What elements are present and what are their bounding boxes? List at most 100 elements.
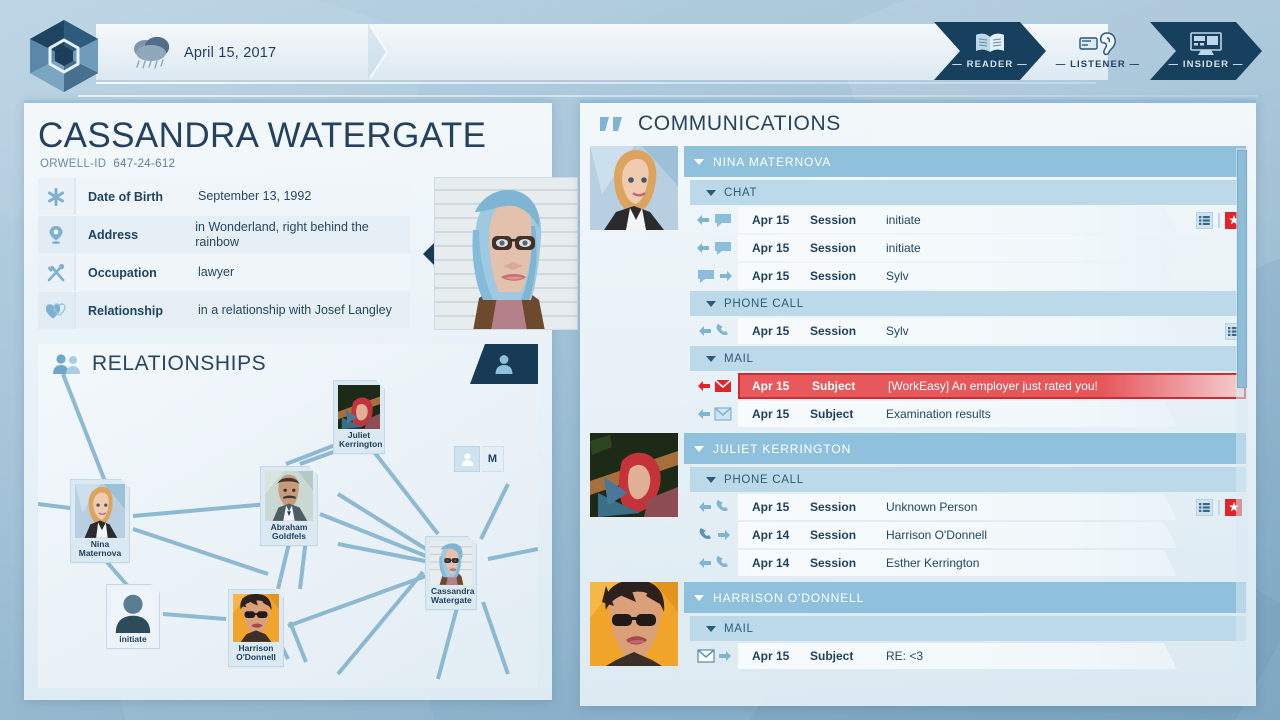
relationship-node-nina[interactable]: Nina Maternova (70, 479, 130, 563)
comm-row-direction (690, 407, 738, 421)
list-icon[interactable] (1196, 499, 1213, 516)
channel-group-header[interactable]: CHAT (690, 180, 1246, 205)
profile-field-label: Address (88, 228, 185, 242)
contact-name: JULIET KERRINGTON (713, 442, 851, 456)
comm-row-alert[interactable]: Apr 15 Subject [WorkEasy] An employer ju… (690, 373, 1246, 399)
relationship-node-harrison[interactable]: Harrison O'Donnell (228, 589, 284, 667)
contact-name: NINA MATERNOVA (713, 155, 831, 169)
page-title: CASSANDRA WATERGATE (38, 116, 486, 156)
scrollbar-thumb[interactable] (1237, 150, 1247, 388)
phone-icon (715, 555, 731, 571)
comm-row-direction (690, 212, 738, 228)
orwell-hexagon-logo[interactable] (26, 18, 102, 94)
chevron-down-icon (706, 190, 716, 196)
communications-header: COMMUNICATIONS (598, 112, 841, 136)
hearts-icon (38, 292, 76, 329)
channel-group-header[interactable]: MAIL (690, 616, 1246, 641)
comm-row[interactable]: Apr 15 Session Sylv (690, 263, 1246, 289)
person-filter-button[interactable] (454, 446, 480, 472)
profile-field-dob: Date of Birth September 13, 1992 (38, 178, 410, 215)
comm-row[interactable]: Apr 15 Session Unknown Person (690, 494, 1246, 520)
comm-row-value: RE: <3 (886, 649, 923, 663)
comm-row-direction (690, 649, 738, 663)
channel-name: PHONE CALL (724, 474, 804, 486)
contact-block: HARRISON O'DONNELL MAIL Apr 15 Subject R… (590, 582, 1246, 671)
tab-insider[interactable]: — INSIDER — (1150, 22, 1262, 80)
relationship-node-juliet[interactable]: Juliet Kerrington (333, 380, 385, 454)
orwell-id: ORWELL-ID 647-24-612 (40, 158, 175, 170)
rain-cloud-icon (130, 34, 174, 72)
relationship-node-abraham[interactable]: Abraham Goldfels (260, 466, 318, 546)
comm-row-value: Harrison O'Donnell (886, 528, 987, 542)
chat-icon (696, 268, 716, 284)
comm-row[interactable]: Apr 14 Session Harrison O'Donnell (690, 522, 1246, 548)
relationship-node-initiate[interactable]: initiate (106, 584, 160, 649)
mail-icon (714, 407, 732, 421)
channel-group-header[interactable]: MAIL (690, 346, 1246, 371)
tab-reader[interactable]: — READER — (934, 22, 1046, 80)
current-date: April 15, 2017 (184, 45, 276, 61)
relationship-node-cassandra[interactable]: Cassandra Watergate (425, 536, 477, 610)
comm-row-label: Session (810, 213, 886, 227)
chevron-down-icon (706, 356, 716, 362)
chat-icon (713, 240, 733, 256)
channel-name: CHAT (724, 187, 757, 199)
comm-row-date: Apr 14 (738, 528, 810, 542)
phone-icon (715, 499, 731, 515)
comm-row-value: initiate (886, 241, 921, 255)
contact-threads: JULIET KERRINGTON PHONE CALL Apr 15 Sess… (684, 433, 1246, 578)
list-icon[interactable] (1196, 212, 1213, 229)
chevron-down-icon (694, 595, 704, 601)
channel-name: MAIL (724, 623, 754, 635)
mail-icon (697, 649, 715, 663)
avatar (434, 177, 578, 330)
relationship-node-name: Abraham Goldfels (265, 521, 313, 543)
ear-headset-icon (1079, 32, 1117, 56)
comm-row[interactable]: Apr 15 Session initiate (690, 235, 1246, 261)
tools-icon (38, 254, 76, 291)
comm-row-date: Apr 15 (738, 649, 810, 663)
comm-row-date: Apr 15 (738, 324, 810, 338)
relationships-partial-label[interactable]: M (482, 446, 504, 472)
comm-row[interactable]: Apr 15 Session initiate (690, 207, 1246, 233)
comm-row-value: Unknown Person (886, 500, 977, 514)
comm-row-label: Session (810, 324, 886, 338)
communications-list[interactable]: NINA MATERNOVA CHAT Apr 15 Session initi… (590, 146, 1246, 698)
comm-row-date: Apr 15 (738, 213, 810, 227)
communications-scrollbar[interactable] (1236, 148, 1248, 696)
phone-icon (715, 323, 731, 339)
tab-listener-label: — LISTENER — (1056, 59, 1140, 70)
comm-row[interactable]: Apr 14 Session Esther Kerrington (690, 550, 1246, 576)
channel-group-header[interactable]: PHONE CALL (690, 467, 1246, 492)
comm-row-date: Apr 15 (738, 269, 810, 283)
chevron-down-icon (706, 301, 716, 307)
profile-panel: CASSANDRA WATERGATE ORWELL-ID 647-24-612… (24, 100, 552, 700)
contact-group-header[interactable]: NINA MATERNOVA (684, 146, 1246, 177)
profile-field-value: in Wonderland, right behind the rainbow (195, 220, 410, 250)
comm-row-value: Sylv (886, 269, 909, 283)
profile-field-value: September 13, 1992 (198, 189, 311, 204)
contact-photo[interactable] (590, 146, 678, 230)
contact-group-header[interactable]: HARRISON O'DONNELL (684, 582, 1246, 613)
comm-row-date: Apr 15 (738, 500, 810, 514)
channel-group-header[interactable]: PHONE CALL (690, 291, 1246, 316)
profile-info-card: Date of Birth September 13, 1992 Address… (38, 178, 538, 330)
comm-row-label: Subject (812, 379, 888, 393)
comm-row[interactable]: Apr 15 Session Sylv (690, 318, 1246, 344)
comm-row-value: initiate (886, 213, 921, 227)
contact-group-header[interactable]: JULIET KERRINGTON (684, 433, 1246, 464)
contact-photo[interactable] (590, 582, 678, 666)
comm-row[interactable]: Apr 15 Subject RE: <3 (690, 643, 1246, 669)
orwell-id-label: ORWELL-ID (40, 158, 106, 170)
channel-name: PHONE CALL (724, 298, 804, 310)
profile-field-label: Date of Birth (88, 190, 188, 204)
location-pin-icon (38, 216, 76, 253)
relationships-header: RELATIONSHIPS (52, 352, 266, 376)
comm-row-date: Apr 14 (738, 556, 810, 570)
comm-row-label: Subject (810, 407, 886, 421)
contact-photo[interactable] (590, 433, 678, 517)
contact-block: NINA MATERNOVA CHAT Apr 15 Session initi… (590, 146, 1246, 429)
tab-listener[interactable]: — LISTENER — (1042, 22, 1154, 80)
comm-row[interactable]: Apr 15 Subject Examination results (690, 401, 1246, 427)
tab-reader-label: — READER — (952, 59, 1027, 70)
